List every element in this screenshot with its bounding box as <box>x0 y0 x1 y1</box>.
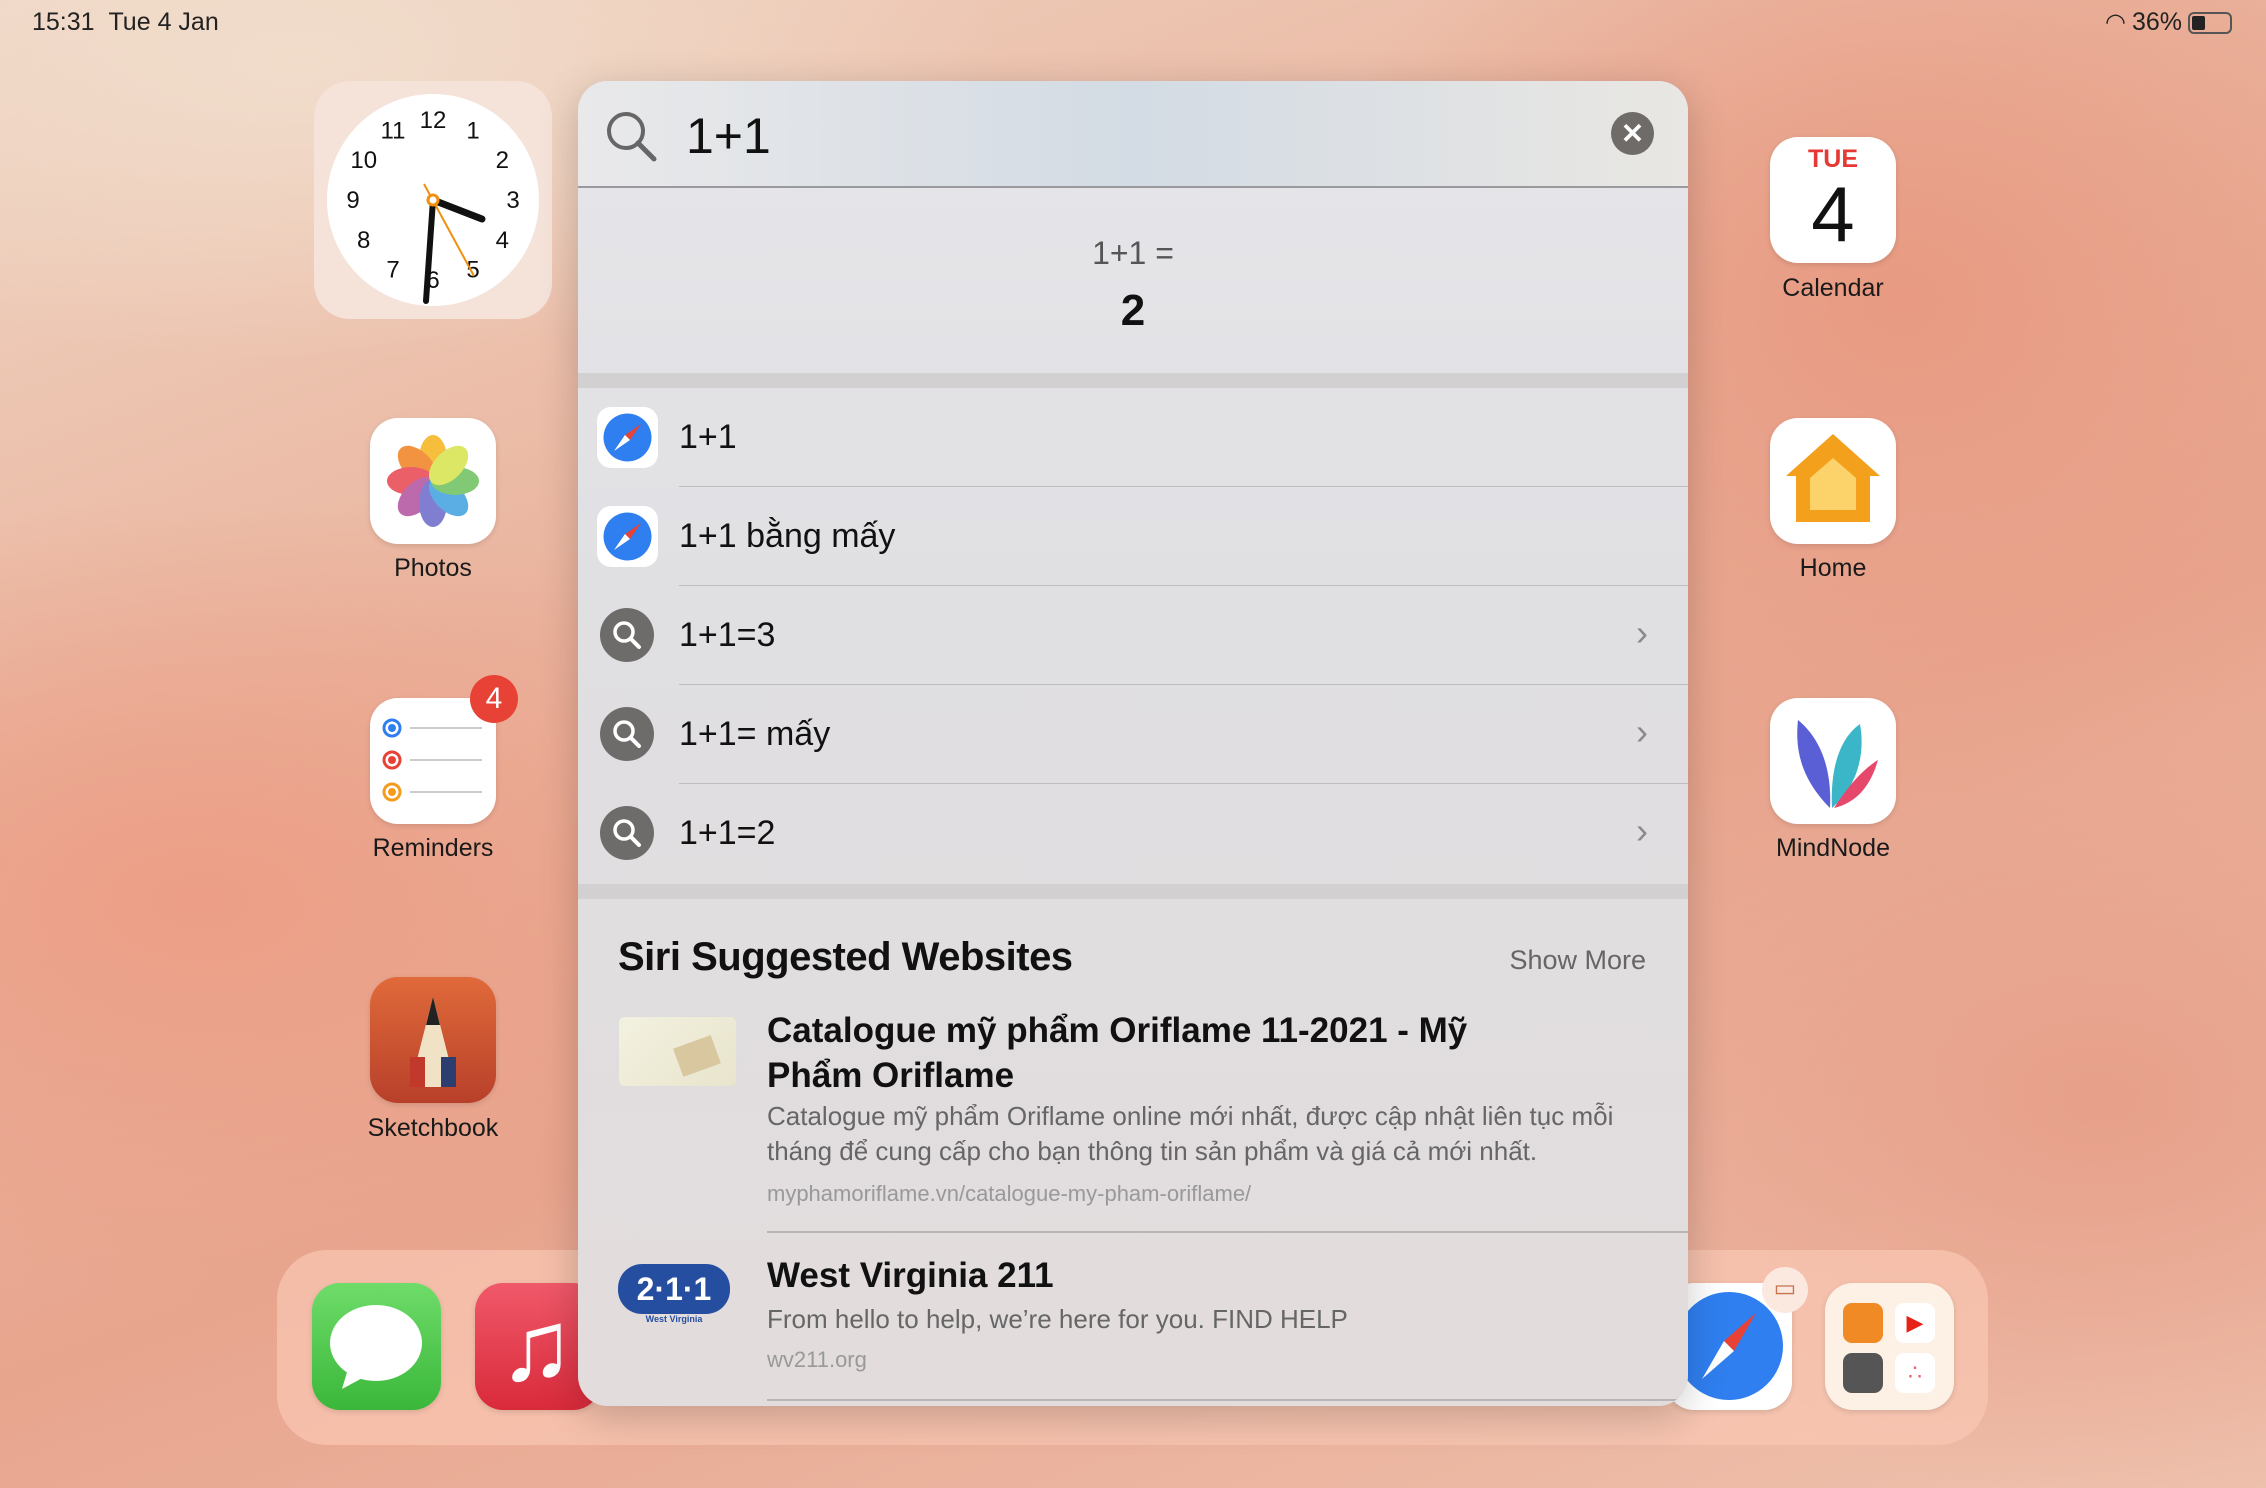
calc-expression: 1+1 = <box>1092 235 1174 271</box>
suggestion-row[interactable]: 1+1=2 › <box>578 784 1688 883</box>
clock-number: 9 <box>346 187 359 214</box>
speech-bubble-icon <box>330 1305 422 1389</box>
asana-icon: ∴ <box>1895 1353 1935 1393</box>
website-result[interactable]: Catalogue mỹ phẩm Oriflame 11-2021 - Mỹ … <box>578 1001 1688 1233</box>
suggestion-text: 1+1=2 <box>679 814 776 852</box>
handoff-laptop-icon[interactable]: ▭ <box>1762 1267 1808 1313</box>
battery-icon <box>2188 11 2232 34</box>
books-icon <box>1843 1303 1883 1343</box>
reminders-label: Reminders <box>372 834 494 862</box>
wifi-icon: ◠ <box>2105 9 2126 36</box>
clock-number: 1 <box>466 118 479 145</box>
sketchbook-app[interactable] <box>370 977 496 1103</box>
suggestion-text: 1+1=3 <box>679 616 776 654</box>
clock-face: 12 1234567891011 <box>327 94 539 306</box>
suggestion-text: 1+1 bằng mấy <box>679 517 896 555</box>
calc-result: 2 <box>1120 286 1146 335</box>
suggestion-row[interactable]: 1+1= mấy › <box>578 685 1688 784</box>
search-input[interactable]: 1+1 <box>686 107 771 165</box>
chevron-right-icon: › <box>1636 711 1648 752</box>
search-icon <box>600 806 654 860</box>
search-icon <box>600 707 654 761</box>
sketchbook-label: Sketchbook <box>367 1114 499 1142</box>
result-description: Catalogue mỹ phẩm Oriflame online mới nh… <box>767 1101 1614 1166</box>
result-description: From hello to help, we’re here for you. … <box>767 1304 1348 1334</box>
calendar-app[interactable]: TUE 4 <box>1770 137 1896 263</box>
music-note-icon: ♫ <box>499 1290 574 1402</box>
calculator-result[interactable]: 1+1 = 2 <box>578 190 1688 373</box>
photos-icon <box>387 435 479 527</box>
row-separator <box>767 1231 1688 1233</box>
pencils-icon <box>410 997 456 1087</box>
app-folder[interactable]: ▶ ∴ <box>1825 1283 1954 1410</box>
clear-search-button[interactable]: ✕ <box>1611 112 1654 155</box>
search-icon <box>600 608 654 662</box>
house-icon <box>1786 434 1880 522</box>
date: Tue 4 Jan <box>108 8 219 36</box>
status-time: 15:31 Tue 4 Jan <box>32 8 219 37</box>
calendar-date: 4 <box>1811 170 1855 258</box>
wv211-logo: 2·1·1 West Virginia <box>618 1264 730 1330</box>
suggestion-row[interactable]: 1+1=3 › <box>578 586 1688 685</box>
section-divider <box>578 373 1688 388</box>
mindnode-label: MindNode <box>1776 834 1890 862</box>
calendar-label: Calendar <box>1782 274 1884 302</box>
safari-icon <box>597 506 658 567</box>
website-result[interactable]: 2·1·1 West Virginia West Virginia 211 Fr… <box>578 1234 1688 1399</box>
result-title: Catalogue mỹ phẩm Oriflame 11-2021 - Mỹ … <box>767 1011 1468 1095</box>
search-bar[interactable]: 1+1 ✕ <box>578 81 1688 188</box>
chevron-right-icon: › <box>1636 810 1648 851</box>
search-icon <box>607 112 657 162</box>
home-app[interactable] <box>1770 418 1896 544</box>
suggestion-row[interactable]: 1+1 <box>578 388 1688 487</box>
battery-percent: 36% <box>2131 8 2182 36</box>
clock-widget[interactable]: 12 1 2 3 4 5 6 7 8 9 10 11 <box>314 81 552 319</box>
camera-icon <box>1843 1353 1883 1393</box>
clock-number: 2 <box>496 147 509 174</box>
clock-number: 4 <box>496 227 509 254</box>
suggestion-text: 1+1 <box>679 418 737 456</box>
time: 15:31 <box>32 8 95 36</box>
status-right: ◠ 36% <box>2105 8 2232 37</box>
photos-app[interactable] <box>370 418 496 544</box>
chevron-right-icon: › <box>1636 612 1648 653</box>
mindnode-icon <box>1797 720 1878 808</box>
suggestion-row[interactable]: 1+1 bằng mấy <box>578 487 1688 586</box>
safari-icon <box>597 407 658 468</box>
section-divider <box>578 884 1688 899</box>
youtube-icon: ▶ <box>1895 1303 1935 1343</box>
clock-number: 5 <box>466 256 479 283</box>
reminders-badge: 4 <box>470 675 518 723</box>
logo-subtext: West Virginia <box>645 1314 703 1324</box>
home-label: Home <box>1799 554 1867 582</box>
mindnode-app[interactable] <box>1770 698 1896 824</box>
logo-text: 2·1·1 <box>618 1264 730 1314</box>
result-url: myphamoriflame.vn/catalogue-my-pham-orif… <box>767 1181 1252 1206</box>
siri-websites-title: Siri Suggested Websites <box>618 935 1073 979</box>
show-more-button[interactable]: Show More <box>1509 945 1646 976</box>
clock-number: 11 <box>381 118 406 145</box>
clock-number: 10 <box>350 147 377 174</box>
clock-number: 3 <box>506 187 519 214</box>
suggestion-text: 1+1= mấy <box>679 715 831 753</box>
photos-label: Photos <box>394 554 472 582</box>
row-separator <box>767 1399 1688 1401</box>
spotlight-panel: 1+1 ✕ 1+1 = 2 1+1 1+1 bằng mấy 1+1=3 › 1+1= … <box>578 81 1688 1406</box>
result-title: West Virginia 211 <box>767 1256 1054 1295</box>
clock-number: 12 <box>420 107 447 134</box>
result-url: wv211.org <box>767 1347 867 1372</box>
clock-number: 7 <box>386 256 399 283</box>
messages-app[interactable] <box>312 1283 441 1410</box>
clock-number: 8 <box>357 227 370 254</box>
map-thumbnail <box>618 1016 737 1087</box>
